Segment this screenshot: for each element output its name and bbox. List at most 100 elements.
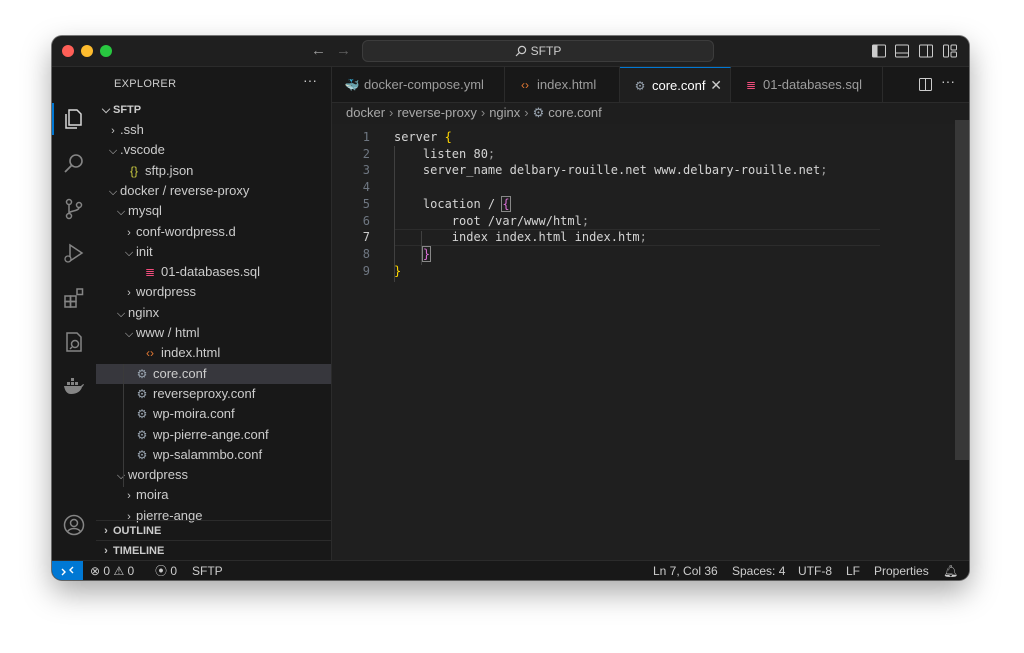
ports-status[interactable]: ⦿ 0 [155,561,177,580]
tree-item-label: sftp.json [145,162,194,178]
eol-status[interactable]: LF [846,561,860,580]
tab-index-html[interactable]: ‹› index.html [505,67,620,102]
tree-item[interactable]: ⌵ mysql [96,201,331,221]
close-tab-icon[interactable]: ✕ [710,68,722,103]
code-token: location / [394,196,503,211]
editor-more-actions-icon[interactable]: ··· [941,73,955,89]
outline-panel-header[interactable]: › OUTLINE [96,520,331,541]
cursor-position[interactable]: Ln 7, Col 36 [653,561,718,580]
tree-item[interactable]: ≣ 01-databases.sql [96,262,331,282]
toggle-panel-icon[interactable] [895,44,909,58]
tree-item[interactable]: ⚙ core.conf [96,363,331,384]
code-editor[interactable]: 1 server {2 listen 80; 3 server_name delba… [332,124,969,560]
minimize-window-button[interactable] [81,45,93,57]
tree-item-label: conf-wordpress.d [136,223,236,239]
tree-item[interactable]: ‹› index.html [96,343,331,363]
problems-status[interactable]: ⊗ 0 ⚠ 0 [90,561,134,580]
tree-item[interactable]: ⌵ init [96,242,331,262]
remote-explorer-icon[interactable] [62,330,86,354]
language-mode[interactable]: Properties [874,561,929,580]
tree-item-label: wp-pierre-ange.conf [153,426,269,442]
tree-item[interactable]: › wordpress [96,282,331,302]
customize-layout-icon[interactable] [943,44,957,58]
remote-indicator-button[interactable] [52,561,83,580]
tree-item[interactable]: ⌵ .vscode [96,140,331,160]
code-line: 1 server { [332,129,932,146]
source-control-icon[interactable] [62,197,86,221]
chevron-right-icon: › [127,226,131,239]
html-icon: ‹› [521,78,529,92]
tree-item[interactable]: ⌵ www / html [96,323,331,343]
command-center-search[interactable]: SFTP [362,40,714,62]
warning-icon: ⚠ [113,564,125,578]
tab-label: index.html [537,77,597,92]
close-window-button[interactable] [62,45,74,57]
account-icon[interactable] [62,513,86,537]
chevron-right-icon: › [104,545,108,557]
code-token: server_name delbary-rouille.net www.delb… [394,163,821,178]
tree-item[interactable]: › conf-wordpress.d [96,222,331,242]
run-debug-icon[interactable] [62,241,86,265]
tree-item[interactable]: ⚙ wp-moira.conf [96,404,331,424]
breadcrumb-item[interactable]: reverse-proxy [397,105,476,120]
chevron-down-icon: ⌵ [108,185,118,198]
gear-icon: ⚙ [136,407,148,422]
gear-icon: ⚙ [136,427,148,442]
code-token: ; [820,163,828,178]
breadcrumb-item[interactable]: docker [346,105,385,120]
tree-item[interactable]: ⚙ reverseproxy.conf [96,384,331,404]
toggle-primary-sidebar-icon[interactable] [872,44,886,58]
tree-item-label: wp-salammbo.conf [153,446,263,462]
tab-01-databases-sql[interactable]: ≣ 01-databases.sql [731,67,883,102]
sftp-status[interactable]: SFTP [192,561,223,580]
tab-docker-compose[interactable]: 🐳 docker-compose.yml [332,67,505,102]
extensions-icon[interactable] [62,286,86,310]
gear-icon: ⚙ [532,105,545,120]
vscode-window: ← → SFTP EXPLORER ··· ⌵ SFTP › .ssh ⌵ .vscod… [52,36,969,580]
editor-scrollbar[interactable] [955,120,969,460]
breadcrumb-separator-icon: › [524,105,529,120]
toggle-secondary-sidebar-icon[interactable] [919,44,933,58]
tree-item[interactable]: › .ssh [96,120,331,140]
code-line: 5 location / { [332,195,932,213]
split-editor-icon[interactable] [919,78,932,91]
tree-item[interactable]: ⌵ wordpress [96,465,331,485]
tree-item-label: nginx [128,304,160,320]
encoding-status[interactable]: UTF-8 [798,561,832,580]
docker-icon[interactable] [62,374,86,398]
tree-item[interactable]: ⚙ wp-pierre-ange.conf [96,425,331,445]
breadcrumb-item[interactable]: nginx [489,105,520,120]
indentation-status[interactable]: Spaces: 4 [732,561,785,580]
back-arrow-icon[interactable]: ← [311,42,326,59]
maximize-window-button[interactable] [100,45,112,57]
chevron-right-icon: › [104,525,108,537]
notifications-bell-icon[interactable]: 🔔︎ [943,561,958,580]
tab-label: 01-databases.sql [763,77,863,92]
line-number: 5 [362,196,370,211]
tree-item-label: core.conf [153,365,207,381]
forward-arrow-icon[interactable]: → [336,42,351,59]
breadcrumb-item[interactable]: core.conf [548,105,601,120]
tree-item[interactable]: {} sftp.json [96,161,331,181]
html-icon: ‹› [146,346,154,361]
code-line: 3 server_name delbary-rouille.net www.de… [332,162,932,179]
tree-root-label: SFTP [113,104,142,116]
search-icon[interactable] [62,152,86,176]
explorer-title: EXPLORER [114,78,177,90]
tree-item[interactable]: › moira [96,485,331,505]
tree-root-sftp[interactable]: ⌵ SFTP [96,100,331,120]
explorer-more-actions-icon[interactable]: ··· [303,72,317,88]
indent-guide [123,364,124,487]
warning-count: 0 [127,564,135,578]
tree-item[interactable]: ⚙ wp-salammbo.conf [96,445,331,465]
tree-item[interactable]: ⌵ nginx [96,303,331,323]
title-bar: ← → SFTP [52,36,969,67]
tree-item[interactable]: ⌵ docker / reverse-proxy [96,181,331,201]
explorer-files-icon[interactable] [62,107,86,131]
chevron-down-icon: ⌵ [116,206,126,219]
tab-core-conf[interactable]: ⚙ core.conf ✕ [620,67,731,102]
chevron-down-icon: ⌵ [116,470,126,483]
timeline-panel-header[interactable]: › TIMELINE [96,540,331,561]
timeline-label: TIMELINE [113,545,165,557]
breadcrumb-separator-icon: › [480,105,486,120]
